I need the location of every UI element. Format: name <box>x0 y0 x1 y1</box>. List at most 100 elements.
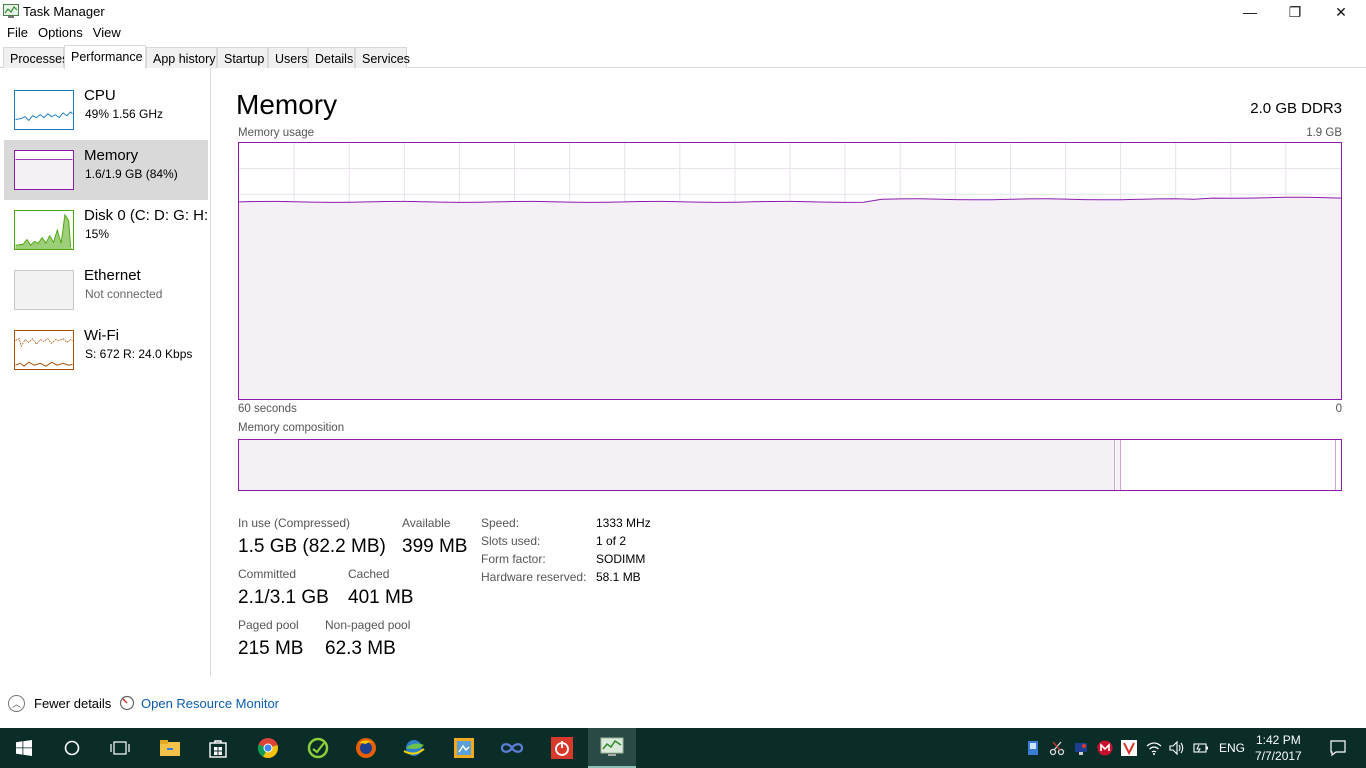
maximize-button[interactable]: ❐ <box>1272 0 1318 24</box>
slots-label: Slots used: <box>481 534 541 548</box>
composition-in-use <box>239 440 1115 490</box>
ethernet-thumbnail-graph <box>14 270 74 310</box>
tab-users[interactable]: Users <box>268 47 308 68</box>
sidebar-wifi-name: Wi-Fi <box>84 327 119 344</box>
taskbar-firefox[interactable] <box>342 728 390 768</box>
paged-pool-value: 215 MB <box>238 638 304 659</box>
time-axis-start: 60 seconds <box>238 403 297 415</box>
tray-v-icon[interactable] <box>1121 740 1137 756</box>
fewer-details-label: Fewer details <box>34 696 112 711</box>
sidebar-item-memory[interactable]: Memory 1.6/1.9 GB (84%) <box>4 140 208 200</box>
open-resource-monitor-link[interactable]: Open Resource Monitor <box>119 695 279 711</box>
speed-value: 1333 MHz <box>596 516 651 530</box>
tray-scissors-icon[interactable] <box>1049 740 1065 756</box>
memory-usage-max: 1.9 GB <box>1306 127 1342 139</box>
fewer-details-button[interactable]: ︿ Fewer details <box>8 695 111 712</box>
resource-monitor-icon <box>119 695 135 711</box>
task-view-icon <box>110 741 130 755</box>
paged-pool-label: Paged pool <box>238 618 299 632</box>
search-button[interactable] <box>48 728 96 768</box>
sidebar-item-cpu[interactable]: CPU 49% 1.56 GHz <box>4 80 208 140</box>
sidebar-disk-detail: 15% <box>85 227 110 241</box>
image-app-icon <box>454 738 474 758</box>
sidebar-cpu-detail: 49% 1.56 GHz <box>85 107 164 121</box>
tab-startup[interactable]: Startup <box>217 47 268 68</box>
composition-standby <box>1122 440 1336 490</box>
tab-details[interactable]: Details <box>308 47 355 68</box>
folder-icon <box>160 740 180 756</box>
language-indicator[interactable]: ENG <box>1219 741 1245 755</box>
tab-services[interactable]: Services <box>355 47 410 68</box>
slots-value: 1 of 2 <box>596 534 627 548</box>
title-bar: Task Manager — ❐ ✕ <box>0 0 1366 24</box>
tab-performance[interactable]: Performance <box>64 45 146 69</box>
taskbar-file-explorer[interactable] <box>146 728 194 768</box>
task-manager-taskbar-icon <box>600 737 624 756</box>
power-app-icon <box>551 737 573 759</box>
sidebar-memory-detail: 1.6/1.9 GB (84%) <box>85 167 178 181</box>
cpu-thumbnail-graph <box>14 90 74 130</box>
chrome-icon <box>257 738 278 759</box>
tab-strip: Processes Performance App history Startu… <box>0 45 1366 69</box>
taskbar-app-image[interactable] <box>440 728 488 768</box>
sidebar-item-disk[interactable]: Disk 0 (C: D: G: H: E 15% <box>4 200 212 260</box>
memory-composition-label: Memory composition <box>238 422 345 434</box>
taskbar-clock[interactable]: 1:42 PM 7/7/2017 <box>1255 732 1302 764</box>
available-label: Available <box>402 516 451 530</box>
taskbar-app-infinity[interactable] <box>488 728 536 768</box>
taskbar-app-green[interactable] <box>294 728 342 768</box>
tray-network-device-icon[interactable] <box>1073 740 1089 756</box>
form-factor-value: SODIMM <box>596 552 646 566</box>
memory-usage-graph <box>238 142 1342 400</box>
sidebar-ethernet-detail: Not connected <box>85 287 163 301</box>
sidebar-item-wifi[interactable]: Wi-Fi S: 672 R: 24.0 Kbps <box>4 320 208 380</box>
notification-icon <box>1330 740 1346 757</box>
menu-view[interactable]: View <box>86 24 121 42</box>
taskbar-store[interactable] <box>194 728 242 768</box>
task-view-button[interactable] <box>96 728 144 768</box>
action-center-button[interactable] <box>1314 728 1362 768</box>
battery-icon[interactable] <box>1193 740 1209 756</box>
clock-date: 7/7/2017 <box>1255 749 1302 763</box>
composition-modified <box>1116 440 1121 490</box>
hardware-reserved-value: 58.1 MB <box>596 570 641 584</box>
tray-security-icon[interactable] <box>1097 740 1113 756</box>
taskbar-app-globe[interactable] <box>390 728 438 768</box>
committed-label: Committed <box>238 567 297 581</box>
clock-time: 1:42 PM <box>1256 733 1301 747</box>
taskbar-task-manager[interactable] <box>588 728 636 768</box>
resource-sidebar: CPU 49% 1.56 GHz Memory 1.6/1.9 GB (84%)… <box>0 68 212 676</box>
green-app-icon <box>307 737 329 759</box>
volume-icon[interactable] <box>1169 740 1185 756</box>
taskbar-chrome[interactable] <box>244 728 292 768</box>
sidebar-cpu-name: CPU <box>84 87 116 104</box>
sidebar-memory-name: Memory <box>84 147 139 164</box>
windows-logo-icon <box>16 740 32 756</box>
tab-app-history[interactable]: App history <box>146 47 217 68</box>
taskbar-app-power[interactable] <box>538 728 586 768</box>
cortana-icon <box>64 740 80 756</box>
page-title: Memory <box>236 89 338 120</box>
speed-label: Speed: <box>481 516 520 530</box>
cached-label: Cached <box>348 567 390 581</box>
minimize-button[interactable]: — <box>1227 0 1273 24</box>
menu-options[interactable]: Options <box>31 24 83 42</box>
globe-app-icon <box>403 740 425 756</box>
form-factor-label: Form factor: <box>481 552 546 566</box>
memory-spec: 2.0 GB DDR3 <box>1250 100 1342 117</box>
sidebar-item-ethernet[interactable]: Ethernet Not connected <box>4 260 208 320</box>
in-use-value: 1.5 GB (82.2 MB) <box>238 536 386 557</box>
hardware-reserved-label: Hardware reserved: <box>481 570 587 584</box>
memory-composition-bar <box>238 439 1342 491</box>
tray-app-icon[interactable] <box>1025 740 1041 756</box>
tab-processes[interactable]: Processes <box>3 47 68 68</box>
menu-bar: File Options View <box>0 24 124 42</box>
menu-file[interactable]: File <box>0 24 28 42</box>
sidebar-ethernet-name: Ethernet <box>84 267 141 284</box>
close-button[interactable]: ✕ <box>1318 0 1364 24</box>
wifi-icon[interactable] <box>1146 740 1162 756</box>
committed-value: 2.1/3.1 GB <box>238 587 329 608</box>
start-button[interactable] <box>0 728 48 768</box>
nonpaged-pool-value: 62.3 MB <box>325 638 396 659</box>
firefox-icon <box>356 738 376 758</box>
